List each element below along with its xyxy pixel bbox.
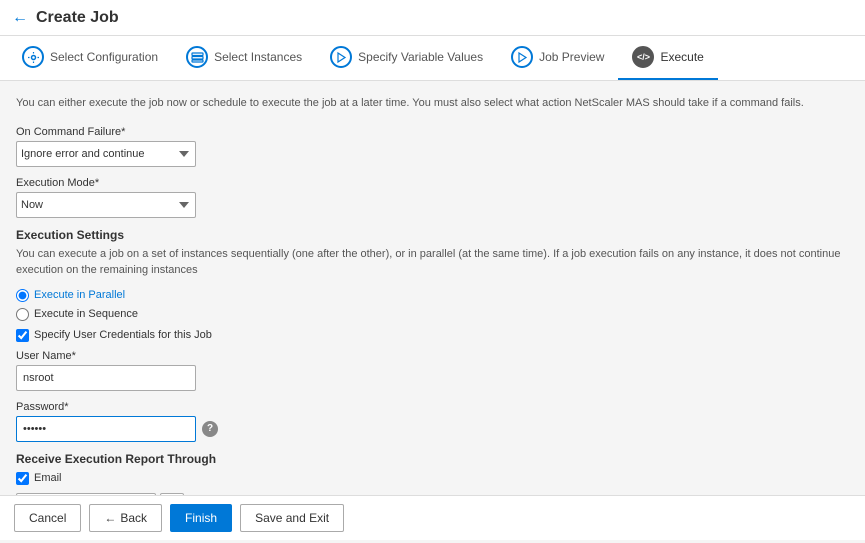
execution-mode-select[interactable]: Now Schedule (16, 192, 196, 218)
execution-settings-desc: You can execute a job on a set of instan… (16, 246, 849, 279)
command-failure-select[interactable]: Ignore error and continue Abort on failu… (16, 141, 196, 167)
content-area: You can either execute the job now or sc… (0, 81, 865, 543)
tab-execute-label: Execute (660, 50, 703, 64)
tab-specify-variable[interactable]: Specify Variable Values (316, 36, 497, 80)
password-help-icon[interactable]: ? (202, 421, 218, 437)
execution-mode-group: Execution Mode* Now Schedule (16, 177, 849, 218)
tab-config-label: Select Configuration (50, 50, 158, 64)
back-arrow-label: ← (104, 511, 116, 525)
specify-credentials-label: Specify User Credentials for this Job (34, 329, 212, 341)
execution-settings-section: Execution Settings You can execute a job… (16, 228, 849, 279)
tab-job-preview[interactable]: Job Preview (497, 36, 618, 80)
info-text: You can either execute the job now or sc… (16, 95, 849, 112)
execute-sequence-radio[interactable] (16, 308, 29, 321)
username-group: User Name* (16, 350, 849, 391)
tab-preview-label: Job Preview (539, 50, 604, 64)
tab-execute[interactable]: </> Execute (618, 36, 717, 80)
finish-button[interactable]: Finish (170, 504, 232, 532)
page-header: ← Create Job (0, 0, 865, 36)
back-label: Back (120, 511, 147, 525)
back-button[interactable]: ← Back (89, 504, 162, 532)
specify-credentials-checkbox[interactable] (16, 329, 29, 342)
preview-tab-icon (511, 46, 533, 68)
page-title: Create Job (36, 9, 119, 27)
save-exit-button[interactable]: Save and Exit (240, 504, 344, 532)
username-input[interactable] (16, 365, 196, 391)
cancel-button[interactable]: Cancel (14, 504, 81, 532)
execute-parallel-option[interactable]: Execute in Parallel (16, 289, 849, 302)
password-label: Password* (16, 401, 849, 413)
tab-select-instances[interactable]: Select Instances (172, 36, 316, 80)
config-tab-icon (22, 46, 44, 68)
instances-tab-icon (186, 46, 208, 68)
footer-bar: Cancel ← Back Finish Save and Exit (0, 495, 865, 540)
execute-tab-icon: </> (632, 46, 654, 68)
execute-sequence-option[interactable]: Execute in Sequence (16, 308, 849, 321)
specify-credentials-checkbox-item[interactable]: Specify User Credentials for this Job (16, 329, 849, 342)
execution-mode-label: Execution Mode* (16, 177, 849, 189)
tab-variable-label: Specify Variable Values (358, 50, 483, 64)
wizard-tabs: Select Configuration Select Instances Sp… (0, 36, 865, 81)
password-group: Password* ? (16, 401, 849, 442)
email-checkbox[interactable] (16, 472, 29, 485)
receive-report-title: Receive Execution Report Through (16, 452, 849, 466)
email-label: Email (34, 472, 62, 484)
tab-select-configuration[interactable]: Select Configuration (8, 36, 172, 80)
execute-sequence-label: Execute in Sequence (34, 308, 138, 320)
variable-tab-icon (330, 46, 352, 68)
parallel-sequence-group: Execute in Parallel Execute in Sequence (16, 289, 849, 321)
tab-instances-label: Select Instances (214, 50, 302, 64)
command-failure-label: On Command Failure* (16, 126, 849, 138)
execute-parallel-radio[interactable] (16, 289, 29, 302)
execute-parallel-label: Execute in Parallel (34, 289, 125, 301)
command-failure-group: On Command Failure* Ignore error and con… (16, 126, 849, 167)
username-label: User Name* (16, 350, 849, 362)
password-input[interactable] (16, 416, 196, 442)
password-row: ? (16, 416, 849, 442)
back-arrow-icon[interactable]: ← (12, 9, 28, 27)
email-checkbox-item[interactable]: Email (16, 472, 849, 485)
execution-settings-title: Execution Settings (16, 228, 849, 242)
